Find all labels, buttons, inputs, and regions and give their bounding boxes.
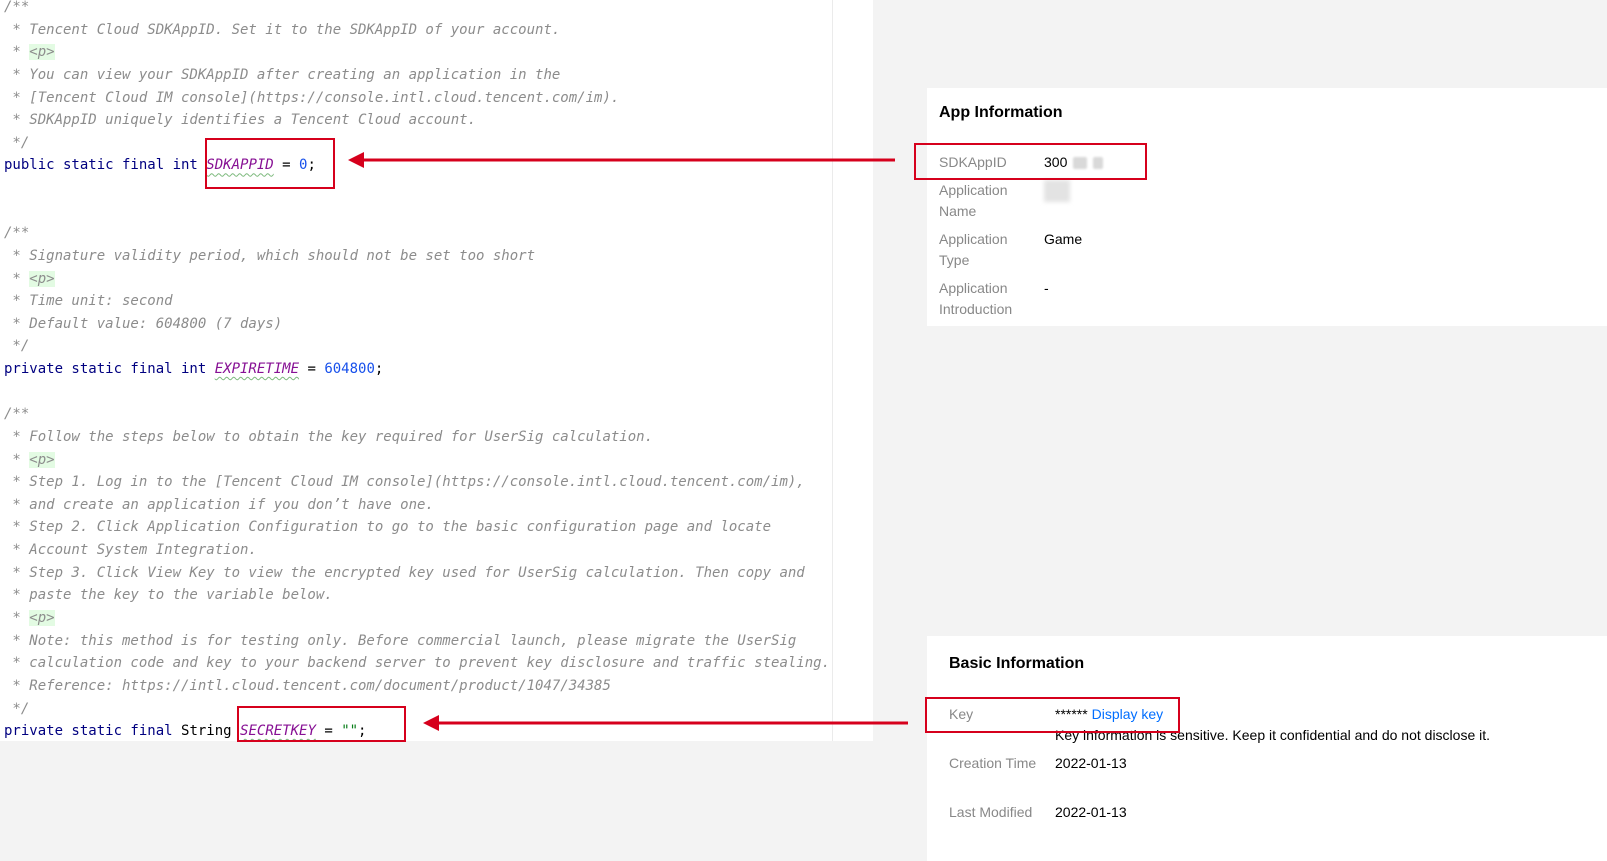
code-line: * Account System Integration. [4,539,257,561]
code-line: * Step 2. Click Application Configuratio… [4,516,771,538]
code-token: * [4,44,30,61]
app-information-title: App Information [939,104,1063,121]
code-line: * <p> [4,449,55,471]
code-token: * SDKAppID uniquely identifies a Tencent… [4,112,477,129]
code-line: * <p> [4,607,55,629]
code-line: * Tencent Cloud SDKAppID. Set it to the … [4,19,560,41]
code-token: EXPIRETIME [214,361,300,378]
code-token: * Reference: https://intl.cloud.tencent.… [4,677,611,694]
code-token: * Account System Integration. [4,542,257,559]
code-line: * Signature validity period, which shoul… [4,245,535,267]
code-line: */ [4,698,29,720]
code-line: /** [4,222,29,244]
code-token: * You can view your SDKAppID after creat… [4,66,561,83]
code-line: * Follow the steps below to obtain the k… [4,426,653,448]
creation-time-value: 2022-01-13 [1055,755,1127,771]
application-type-label: Application Type [939,231,1008,268]
code-editor[interactable]: /** * Tencent Cloud SDKAppID. Set it to … [0,0,873,741]
highlight-key-console [925,697,1180,733]
basic-information-panel: Basic Information Key ****** Display key… [927,636,1607,861]
code-token: * [Tencent Cloud IM console](https://con… [4,89,620,106]
right-margin-guide [832,0,833,741]
code-token: /** [4,225,30,242]
code-line: * <p> [4,41,55,63]
code-token: */ [4,700,30,717]
code-line: * Step 3. Click View Key to view the enc… [4,562,805,584]
code-line: * Reference: https://intl.cloud.tencent.… [4,675,611,697]
code-token: * Default value: 604800 (7 days) [4,315,283,332]
code-token: */ [4,134,30,151]
code-line: /** [4,403,29,425]
code-token: * and create an application if you don’t… [4,496,434,513]
code-line: private static final int EXPIRETIME = 60… [4,358,383,380]
code-token: /** [4,406,30,423]
application-type-value: Game [1044,231,1083,247]
code-token: * Step 1. Log in to the [Tencent Cloud I… [4,474,805,491]
code-token: * Time unit: second [4,293,173,310]
application-name-label: Application Name [939,182,1008,219]
code-line: */ [4,132,29,154]
application-introduction-label: Application Introduction [939,280,1013,317]
code-line: /** [4,0,29,18]
code-token: * Step 3. Click View Key to view the enc… [4,564,805,581]
code-line: * paste the key to the variable below. [4,584,333,606]
code-line: * Default value: 604800 (7 days) [4,313,282,335]
code-line: * and create an application if you don’t… [4,494,434,516]
code-line: * SDKAppID uniquely identifies a Tencent… [4,109,476,131]
code-token: * Tencent Cloud SDKAppID. Set it to the … [4,21,561,38]
code-line: * Time unit: second [4,290,173,312]
application-introduction-value: - [1044,280,1049,296]
code-token: <p> [29,270,55,287]
code-token: * calculation code and key to your backe… [4,655,831,672]
code-token: * Step 2. Click Application Configuratio… [4,519,772,536]
code-token: * [4,610,30,626]
last-modified-value: 2022-01-13 [1055,804,1127,820]
highlight-sdkappid-console [914,143,1147,180]
code-token: * Follow the steps below to obtain the k… [4,428,654,445]
application-name-value [1044,180,1070,208]
code-token: private static final int [4,361,215,378]
creation-time-label: Creation Time [949,755,1037,771]
code-token: * [4,451,30,468]
code-token: <p> [29,44,55,61]
highlight-sdkappid-code [205,138,335,189]
code-token: /** [4,0,30,15]
code-token: * [4,270,30,287]
code-line: * Note: this method is for testing only.… [4,630,796,652]
code-token: private static final [4,723,182,740]
code-line: * [Tencent Cloud IM console](https://con… [4,87,619,109]
code-token: ; [374,361,384,378]
code-line: * Step 1. Log in to the [Tencent Cloud I… [4,471,805,493]
code-line: * calculation code and key to your backe… [4,652,830,674]
basic-information-title: Basic Information [949,655,1085,672]
app-information-panel: App Information SDKAppID 300 Application… [927,88,1607,326]
redacted-name [1044,180,1070,202]
last-modified-label: Last Modified [949,804,1033,820]
code-token: <p> [29,610,55,626]
code-token: * Note: this method is for testing only.… [4,632,797,649]
code-token: <p> [29,451,55,468]
code-line: * <p> [4,268,55,290]
code-token: */ [4,338,30,355]
code-token: public static final int [4,157,207,174]
code-token: String [181,723,241,740]
code-token: * paste the key to the variable below. [4,587,333,604]
code-line: */ [4,335,29,357]
code-token: = [299,361,325,378]
highlight-secretkey-code [237,706,406,742]
code-token: * Signature validity period, which shoul… [4,247,536,264]
code-line: * You can view your SDKAppID after creat… [4,64,560,86]
code-token: 604800 [324,361,375,378]
